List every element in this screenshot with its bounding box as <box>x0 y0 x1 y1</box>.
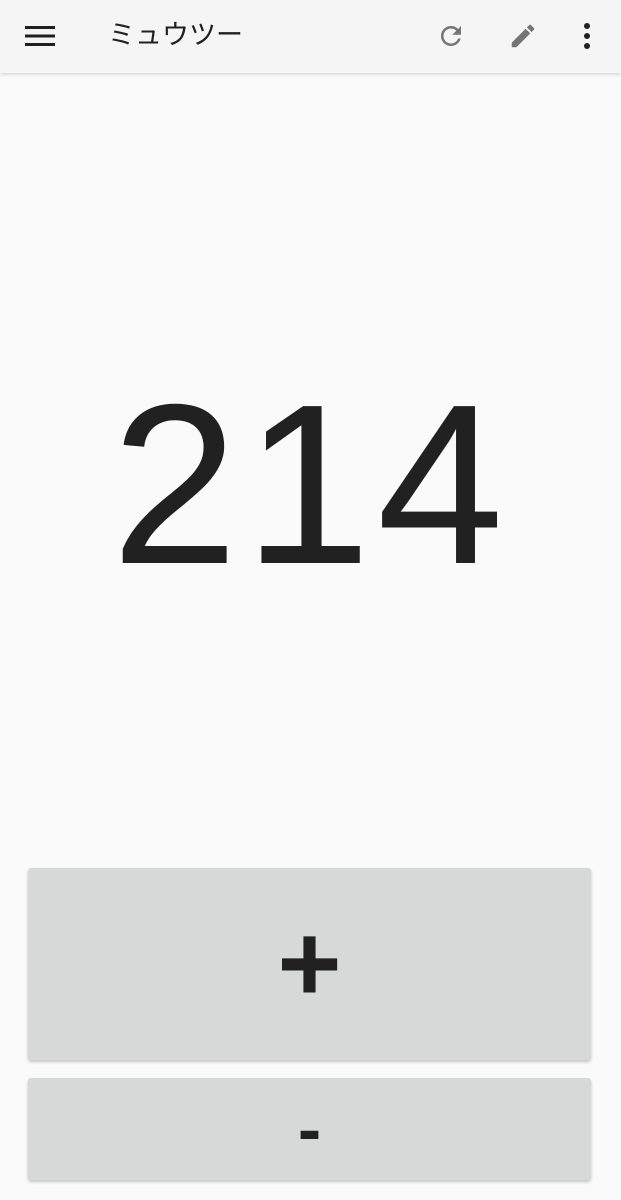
more-vert-icon <box>584 23 590 49</box>
page-title: ミュウツー <box>108 20 243 51</box>
hamburger-menu-icon <box>25 26 55 46</box>
increment-label: + <box>277 902 342 1025</box>
decrement-label: - <box>297 1090 322 1168</box>
decrement-button[interactable]: - <box>28 1078 591 1180</box>
increment-button[interactable]: + <box>28 868 591 1060</box>
counter-value: 214 <box>111 358 510 612</box>
more-options-button[interactable] <box>563 12 611 60</box>
refresh-icon <box>440 25 461 46</box>
refresh-button[interactable] <box>427 12 475 60</box>
edit-pencil-icon <box>511 24 535 48</box>
menu-button[interactable] <box>18 14 62 58</box>
edit-button[interactable] <box>499 12 547 60</box>
app-bar: ミュウツー <box>0 0 621 73</box>
